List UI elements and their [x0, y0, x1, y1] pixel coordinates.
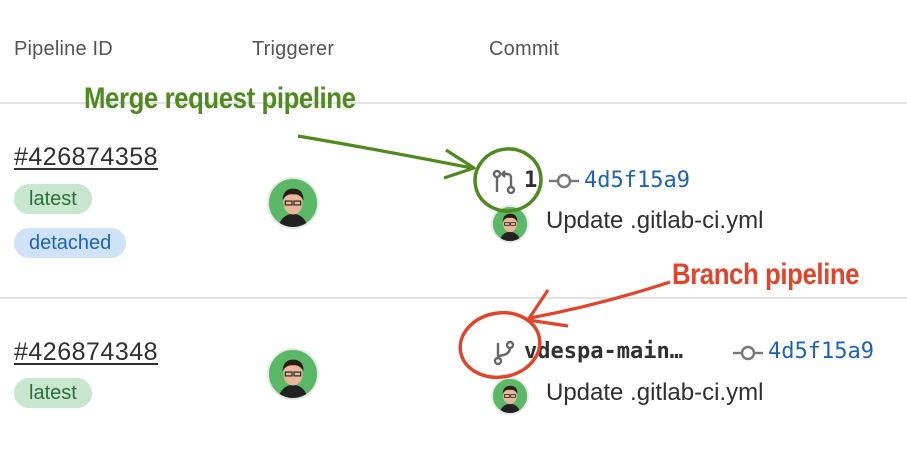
branch-annotation-label: Branch pipeline	[672, 258, 860, 291]
annotation-overlay	[297, 134, 671, 380]
commit-icon	[549, 172, 579, 195]
commit-icon	[733, 344, 763, 367]
branch-arrow	[529, 280, 671, 320]
commit-message-link[interactable]: Update .gitlab-ci.yml	[546, 379, 763, 407]
triggerer-avatar[interactable]	[267, 348, 319, 400]
column-header-triggerer[interactable]: Triggerer	[252, 38, 334, 61]
commit-author-avatar[interactable]	[491, 377, 529, 415]
latest-badge: latest	[14, 184, 92, 214]
detached-badge: detached	[14, 228, 127, 258]
latest-badge: latest	[14, 378, 92, 408]
column-header-commit[interactable]: Commit	[489, 38, 559, 61]
pipeline-id-link[interactable]: #426874348	[14, 338, 158, 367]
pipeline-id-link[interactable]: #426874358	[14, 143, 158, 172]
commit-author-avatar[interactable]	[491, 205, 529, 243]
column-header-pipeline-id[interactable]: Pipeline ID	[14, 38, 113, 61]
commit-sha-link[interactable]: 4d5f15a9	[584, 168, 690, 193]
branch-link[interactable]: vdespa-main…	[524, 339, 683, 364]
branch-icon	[491, 340, 517, 371]
commit-sha-link[interactable]: 4d5f15a9	[768, 339, 874, 364]
merge-request-link[interactable]: 1	[524, 168, 537, 193]
merge-request-annotation-label: Merge request pipeline	[84, 82, 356, 115]
merge-request-icon	[491, 169, 517, 200]
row-divider	[0, 297, 907, 299]
merge-request-arrow	[297, 134, 473, 170]
triggerer-avatar[interactable]	[267, 177, 319, 229]
commit-message-link[interactable]: Update .gitlab-ci.yml	[546, 207, 763, 235]
